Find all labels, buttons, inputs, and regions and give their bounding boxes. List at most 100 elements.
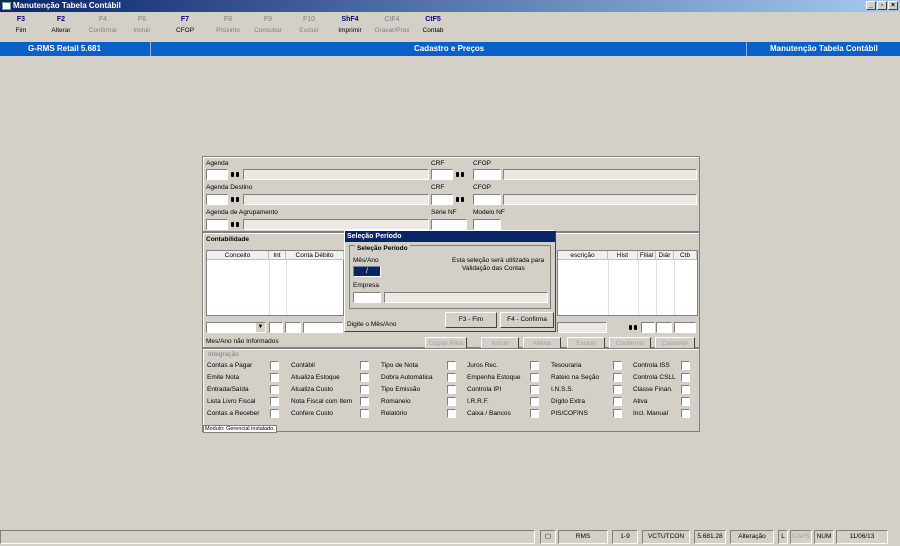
serie-nf-input[interactable]: [431, 219, 467, 230]
toolbar-label: Fim: [15, 27, 27, 34]
serie-nf-label: Série NF: [431, 209, 457, 216]
f3-fim-button[interactable]: F3 - Fim: [445, 312, 497, 328]
integracao-label: Contas a Pagar: [207, 362, 253, 369]
grid-header-descricao: escrição: [558, 251, 608, 260]
app-icon: [2, 2, 11, 10]
integracao-checkbox[interactable]: [447, 409, 456, 418]
integracao-checkbox[interactable]: [270, 361, 279, 370]
binoculars-icon[interactable]: [627, 322, 639, 333]
integracao-checkbox[interactable]: [360, 409, 369, 418]
f4-confirma-button[interactable]: F4 - Confirma: [500, 312, 554, 328]
grid-column-divider: [638, 260, 639, 315]
toolbar-button-incluir[interactable]: F6 Incluir: [120, 16, 164, 34]
agenda-label: Agenda: [206, 160, 229, 167]
integracao-checkbox[interactable]: [270, 373, 279, 382]
function-key-toolbar: F3 Fim F2 Alterar F4 Confirmar F6 Incluir F7 CFOP…: [0, 12, 900, 42]
toolbar-button-fim[interactable]: F3 Fim: [0, 16, 43, 34]
binoculars-icon[interactable]: [229, 194, 241, 205]
agenda-destino-description-field: [243, 194, 429, 205]
dialog-hint: Digite o Mês/Ano: [347, 321, 397, 328]
maximize-button[interactable]: ▫: [877, 1, 887, 10]
toolbar-button-imprimir[interactable]: ShF4 Imprimir: [328, 16, 372, 34]
agenda-destino-code-input[interactable]: [206, 194, 228, 205]
ctb-input[interactable]: [674, 322, 696, 333]
empresa-input[interactable]: [353, 292, 381, 303]
crf-label: CRF: [431, 160, 445, 167]
status-l: L: [778, 530, 788, 544]
integracao-label: Tesouraria: [551, 362, 582, 369]
toolbar-label: Consultar: [254, 27, 282, 34]
integracao-checkbox[interactable]: [447, 385, 456, 394]
integracao-checkbox[interactable]: [360, 397, 369, 406]
integracao-label: Atualiza Custo: [291, 386, 333, 393]
integracao-label: Dígito Extra: [551, 398, 585, 405]
integracao-checkbox[interactable]: [681, 361, 690, 370]
contabilidade-grid-right[interactable]: escrição Hist Filial Diár Ctb: [557, 250, 698, 316]
crf-destino-input[interactable]: [431, 194, 453, 205]
status-page: 1-9: [612, 530, 638, 544]
integracao-checkbox[interactable]: [360, 385, 369, 394]
integracao-label: Juros Rec.: [467, 362, 499, 369]
integracao-checkbox[interactable]: [530, 397, 539, 406]
cfop-input[interactable]: [473, 169, 501, 180]
integracao-checkbox[interactable]: [447, 373, 456, 382]
crf-input[interactable]: [431, 169, 453, 180]
integracao-checkbox[interactable]: [360, 361, 369, 370]
binoculars-icon[interactable]: [454, 169, 466, 180]
chevron-down-icon[interactable]: ▼: [256, 323, 265, 332]
integracao-checkbox[interactable]: [447, 397, 456, 406]
grid-header-conta-debito: Conta Débito: [286, 251, 344, 260]
cfop-destino-input[interactable]: [473, 194, 501, 205]
int2-input[interactable]: [285, 322, 301, 333]
integracao-checkbox[interactable]: [681, 385, 690, 394]
integracao-checkbox[interactable]: [613, 409, 622, 418]
filial-input[interactable]: [641, 322, 655, 333]
toolbar-button-gravar-prox[interactable]: CtF4 Gravar/Prox: [370, 16, 414, 34]
toolbar-button-alterar[interactable]: F2 Alterar: [39, 16, 83, 34]
mes-ano-input[interactable]: /: [353, 266, 381, 277]
integracao-checkbox[interactable]: [613, 397, 622, 406]
status-rms: RMS: [558, 530, 608, 544]
integracao-checkbox[interactable]: [613, 385, 622, 394]
modelo-nf-label: Modelo NF: [473, 209, 505, 216]
modelo-nf-input[interactable]: [473, 219, 501, 230]
grid-column-divider: [656, 260, 657, 315]
agenda-destino-label: Agenda Destino: [206, 184, 253, 191]
agenda-agrupamento-code-input[interactable]: [206, 219, 228, 230]
integracao-label: Caixa / Bancos: [467, 410, 511, 417]
integracao-checkbox[interactable]: [681, 373, 690, 382]
int-input[interactable]: [269, 322, 283, 333]
integracao-checkbox[interactable]: [681, 409, 690, 418]
close-button[interactable]: ×: [888, 1, 898, 10]
integracao-checkbox[interactable]: [530, 361, 539, 370]
integracao-checkbox[interactable]: [613, 373, 622, 382]
agenda-code-input[interactable]: [206, 169, 228, 180]
integracao-checkbox[interactable]: [270, 397, 279, 406]
integracao-checkbox[interactable]: [360, 373, 369, 382]
integracao-checkbox[interactable]: [530, 373, 539, 382]
app-version: G-RMS Retail 5.681: [28, 44, 101, 53]
integracao-checkbox[interactable]: [270, 409, 279, 418]
toolbar-button-excluir[interactable]: F10 Excluir: [287, 16, 331, 34]
conta-debito-input[interactable]: [303, 322, 343, 333]
toolbar-button-contab[interactable]: CtF5 Contab: [411, 16, 455, 34]
integracao-checkbox[interactable]: [447, 361, 456, 370]
integracao-checkbox[interactable]: [613, 361, 622, 370]
integracao-checkbox[interactable]: [270, 385, 279, 394]
agenda-description-field: [243, 169, 429, 180]
toolbar-button-consultar[interactable]: F9 Consultar: [246, 16, 290, 34]
binoculars-icon[interactable]: [454, 194, 466, 205]
binoculars-icon[interactable]: [229, 169, 241, 180]
toolbar-button-confirmar[interactable]: F4 Confirmar: [81, 16, 125, 34]
toolbar-button-pr-ximo[interactable]: F8 Próximo: [206, 16, 250, 34]
binoculars-icon[interactable]: [229, 219, 241, 230]
cfop-label: CFOP: [473, 184, 492, 191]
diar-input[interactable]: [656, 322, 672, 333]
integracao-checkbox[interactable]: [681, 397, 690, 406]
integracao-checkbox[interactable]: [530, 409, 539, 418]
toolbar-button-cfop[interactable]: F7 CFOP: [163, 16, 207, 34]
contabilidade-grid-left[interactable]: Conceito Int Conta Débito: [206, 250, 344, 316]
integracao-checkbox[interactable]: [530, 385, 539, 394]
toolbar-key: F2: [56, 16, 66, 23]
minimize-button[interactable]: _: [866, 1, 876, 10]
